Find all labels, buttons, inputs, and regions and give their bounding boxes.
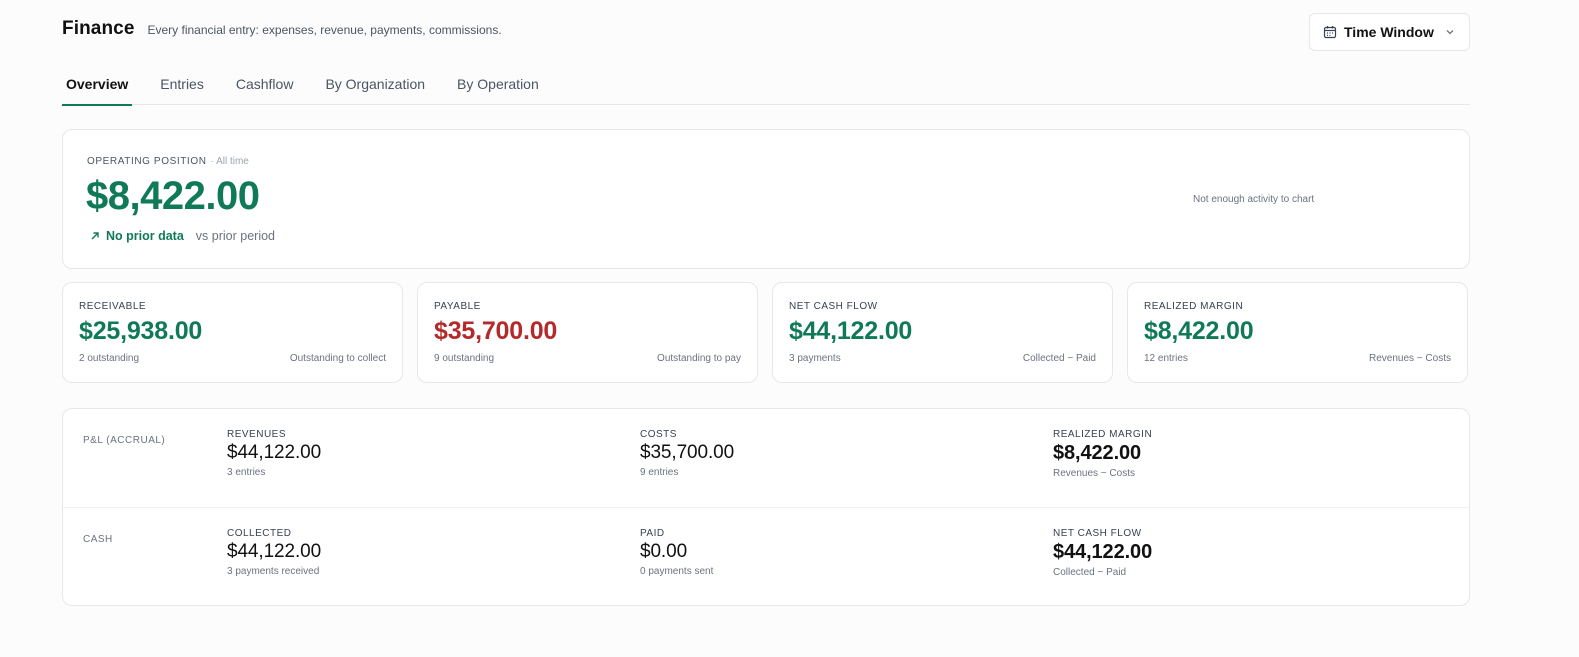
- pl-row-accrual: P&L (ACCRUAL) REVENUES $44,122.00 3 entr…: [63, 409, 1469, 508]
- operating-position-card: OPERATING POSITION · All time $8,422.00 N…: [62, 129, 1470, 269]
- arrow-up-right-icon: [89, 230, 101, 242]
- kpi-label: NET CASH FLOW: [789, 301, 878, 312]
- chart-empty-message: Not enough activity to chart: [1193, 194, 1315, 205]
- cell-label: COLLECTED: [227, 528, 292, 539]
- kpi-count: 3 payments: [789, 353, 841, 364]
- cell-value: $35,700.00: [640, 442, 735, 463]
- kpi-count: 12 entries: [1144, 353, 1188, 364]
- kpi-card-realized-margin: REALIZED MARGIN $8,422.00 12 entries Rev…: [1127, 282, 1468, 383]
- chevron-down-icon: [1444, 26, 1456, 38]
- cell-label: PAID: [640, 528, 665, 539]
- kpi-label: PAYABLE: [434, 301, 481, 312]
- cell-label: COSTS: [640, 429, 677, 440]
- time-window-dropdown[interactable]: Time Window: [1309, 13, 1470, 51]
- tab-overview[interactable]: Overview: [62, 66, 133, 106]
- kpi-note: Outstanding to collect: [289, 353, 386, 364]
- operating-position-title: OPERATING POSITION: [87, 156, 207, 167]
- net-cash-flow-cell: NET CASH FLOW $44,122.00 Collected − Pai…: [1053, 528, 1152, 578]
- operating-position-scope: · All time: [210, 156, 249, 167]
- kpi-card-payable: PAYABLE $35,700.00 9 outstanding Outstan…: [417, 282, 758, 383]
- kpi-value: $35,700.00: [434, 317, 558, 345]
- pl-row-cash: CASH COLLECTED $44,122.00 3 payments rec…: [63, 508, 1469, 607]
- operating-position-label: OPERATING POSITION · All time: [87, 156, 249, 167]
- kpi-label: RECEIVABLE: [79, 301, 147, 312]
- kpi-value: $44,122.00: [789, 317, 913, 345]
- cell-value: $44,122.00: [1053, 541, 1153, 563]
- tab-by-organization[interactable]: By Organization: [321, 66, 429, 105]
- cell-sub: 3 payments received: [227, 566, 320, 577]
- cell-sub: Revenues − Costs: [1053, 468, 1135, 479]
- kpi-note: Revenues − Costs: [1369, 353, 1451, 364]
- kpi-card-net-cash-flow: NET CASH FLOW $44,122.00 3 payments Coll…: [772, 282, 1113, 383]
- page-header: Finance Every financial entry: expenses,…: [62, 18, 502, 40]
- collected-cell: COLLECTED $44,122.00 3 payments received: [227, 528, 321, 577]
- cell-value: $8,422.00: [1053, 442, 1142, 464]
- cell-sub: 0 payments sent: [640, 566, 714, 577]
- tab-entries[interactable]: Entries: [156, 66, 208, 105]
- trend-value: No prior data: [106, 229, 184, 243]
- kpi-count: 2 outstanding: [79, 353, 140, 364]
- pl-summary-table: P&L (ACCRUAL) REVENUES $44,122.00 3 entr…: [62, 408, 1470, 606]
- tab-bar: Overview Entries Cashflow By Organizatio…: [62, 66, 1470, 106]
- kpi-count: 9 outstanding: [434, 353, 495, 364]
- finance-page: Finance Every financial entry: expenses,…: [0, 0, 1579, 657]
- page-title: Finance: [62, 18, 135, 39]
- paid-cell: PAID $0.00 0 payments sent: [640, 528, 713, 577]
- cell-value: $44,122.00: [227, 541, 322, 562]
- kpi-label: REALIZED MARGIN: [1144, 301, 1244, 312]
- trend-note: vs prior period: [195, 229, 275, 243]
- cell-label: REALIZED MARGIN: [1053, 429, 1153, 440]
- cell-value: $44,122.00: [227, 442, 322, 463]
- cell-sub: 9 entries: [640, 467, 679, 478]
- row-label: CASH: [83, 534, 113, 545]
- operating-trend: No prior data vs prior period: [89, 229, 275, 243]
- row-label: P&L (ACCRUAL): [83, 435, 166, 446]
- kpi-note: Collected − Paid: [1022, 353, 1096, 364]
- cell-sub: 3 entries: [227, 467, 266, 478]
- kpi-card-receivable: RECEIVABLE $25,938.00 2 outstanding Outs…: [62, 282, 403, 383]
- kpi-note: Outstanding to pay: [657, 353, 741, 364]
- time-window-label: Time Window: [1344, 24, 1434, 40]
- cell-sub: Collected − Paid: [1053, 567, 1127, 578]
- page-subtitle: Every financial entry: expenses, revenue…: [147, 23, 502, 37]
- tab-cashflow[interactable]: Cashflow: [232, 66, 298, 105]
- tab-by-operation[interactable]: By Operation: [453, 66, 543, 105]
- cell-label: NET CASH FLOW: [1053, 528, 1142, 539]
- kpi-value: $8,422.00: [1144, 317, 1254, 345]
- realized-margin-cell: REALIZED MARGIN $8,422.00 Revenues − Cos…: [1053, 429, 1152, 479]
- costs-cell: COSTS $35,700.00 9 entries: [640, 429, 734, 478]
- revenues-cell: REVENUES $44,122.00 3 entries: [227, 429, 321, 478]
- kpi-value: $25,938.00: [79, 317, 203, 345]
- operating-position-value: $8,422.00: [86, 174, 260, 218]
- cell-value: $0.00: [640, 541, 688, 562]
- cell-label: REVENUES: [227, 429, 287, 440]
- calendar-icon: [1323, 25, 1337, 39]
